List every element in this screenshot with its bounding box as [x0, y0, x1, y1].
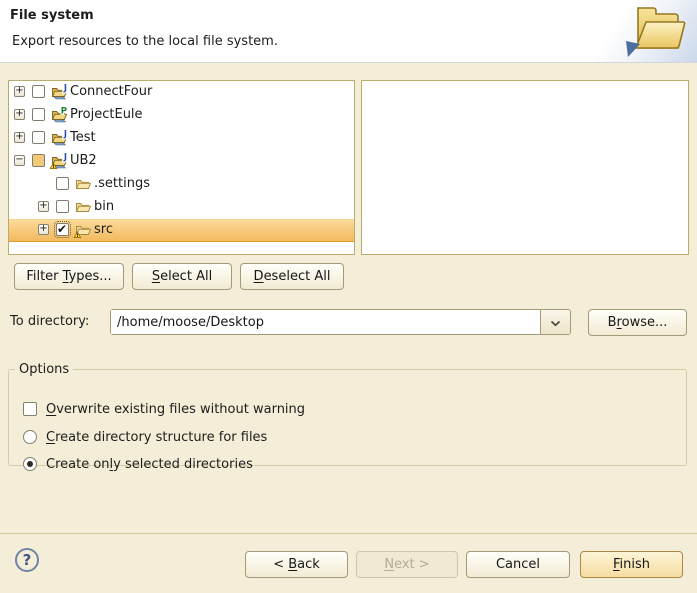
tree-item-.settings[interactable]: .settings: [9, 173, 354, 196]
create-selected-radio[interactable]: [23, 457, 37, 471]
svg-text:J: J: [63, 130, 67, 140]
options-group: Options Overwrite existing files without…: [8, 362, 687, 466]
next-button[interactable]: Next >: [356, 551, 458, 578]
cancel-button[interactable]: Cancel: [466, 551, 570, 578]
question-mark-icon: ?: [23, 551, 32, 569]
expand-icon[interactable]: +: [38, 201, 49, 212]
java-project-folder-icon: J: [50, 153, 67, 173]
tree-item-label: .settings: [94, 176, 150, 191]
wizard-header: File system Export resources to the loca…: [0, 0, 697, 63]
tree-item-checkbox[interactable]: [56, 200, 69, 213]
tree-item-label: UB2: [70, 153, 97, 168]
directory-combo[interactable]: [110, 309, 571, 335]
options-group-title: Options: [15, 362, 73, 377]
create-structure-option[interactable]: Create directory structure for files: [23, 429, 267, 445]
create-selected-label: Create only selected directories: [46, 457, 253, 472]
tree-item-label: bin: [94, 199, 114, 214]
overwrite-option[interactable]: Overwrite existing files without warning: [23, 401, 305, 417]
deselect-all-button[interactable]: Deselect All: [240, 263, 344, 290]
tree-item-label: Test: [70, 130, 96, 145]
expand-icon[interactable]: +: [14, 109, 25, 120]
java-project-folder-icon: P: [50, 107, 67, 127]
tree-item-checkbox[interactable]: [56, 223, 69, 236]
tree-item-label: ConnectFour: [70, 84, 152, 99]
tree-item-ConnectFour[interactable]: + JConnectFour: [9, 81, 354, 104]
tree-item-UB2[interactable]: − JUB2: [9, 150, 354, 173]
svg-text:J: J: [63, 84, 67, 94]
folder-icon: [74, 199, 91, 219]
overwrite-checkbox[interactable]: [23, 402, 37, 416]
tree-item-checkbox[interactable]: [32, 108, 45, 121]
open-folder-icon: [621, 2, 691, 64]
java-project-folder-icon: J: [50, 84, 67, 104]
tree-item-checkbox[interactable]: [32, 85, 45, 98]
select-all-button[interactable]: Select All: [132, 263, 232, 290]
overwrite-label: Overwrite existing files without warning: [46, 402, 305, 417]
svg-text:J: J: [63, 153, 67, 163]
create-selected-option[interactable]: Create only selected directories: [23, 456, 253, 472]
tree-item-ProjectEule[interactable]: + PProjectEule: [9, 104, 354, 127]
to-directory-label: To directory:: [10, 314, 89, 329]
help-button[interactable]: ?: [15, 548, 39, 572]
folder-icon: [74, 176, 91, 196]
folder-icon: [74, 222, 91, 242]
expand-icon[interactable]: +: [14, 86, 25, 97]
expand-icon[interactable]: +: [38, 224, 49, 235]
tree-item-bin[interactable]: + bin: [9, 196, 354, 219]
finish-button[interactable]: Finish: [580, 551, 683, 578]
tree-item-label: ProjectEule: [70, 107, 143, 122]
resource-tree[interactable]: +JConnectFour+PProjectEule+JTest−JUB2.se…: [8, 80, 355, 255]
browse-button[interactable]: Browse...: [588, 309, 687, 336]
collapse-icon[interactable]: −: [14, 155, 25, 166]
chevron-down-icon: [550, 315, 561, 330]
back-button[interactable]: < Back: [245, 551, 348, 578]
create-structure-radio[interactable]: [23, 430, 37, 444]
page-title: File system: [10, 8, 94, 23]
tree-item-src[interactable]: + src: [9, 219, 354, 242]
tree-item-checkbox[interactable]: [32, 154, 45, 167]
page-subtitle: Export resources to the local file syste…: [12, 34, 278, 49]
tree-item-Test[interactable]: + JTest: [9, 127, 354, 150]
footer-separator: [0, 533, 697, 534]
expand-icon[interactable]: +: [14, 132, 25, 143]
svg-text:P: P: [61, 107, 67, 117]
tree-item-label: src: [94, 222, 113, 237]
tree-item-checkbox[interactable]: [56, 177, 69, 190]
java-project-folder-icon: J: [50, 130, 67, 150]
file-list-panel[interactable]: [361, 80, 689, 255]
create-structure-label: Create directory structure for files: [46, 430, 267, 445]
directory-input[interactable]: [111, 310, 540, 334]
tree-item-checkbox[interactable]: [32, 131, 45, 144]
combo-dropdown-button[interactable]: [540, 310, 570, 334]
filter-types-button[interactable]: Filter Types...: [14, 263, 124, 290]
